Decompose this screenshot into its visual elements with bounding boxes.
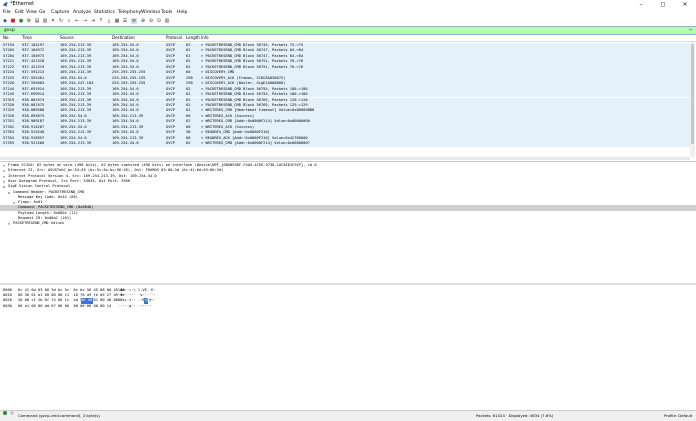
menu-item-edit[interactable]: Edit [15, 9, 24, 17]
wireshark-logo-icon [3, 2, 8, 7]
menu-item-tools[interactable]: Tools [161, 9, 172, 17]
column-header[interactable]: Length [186, 35, 200, 41]
byte-ascii-highlight[interactable]: ·@ [143, 298, 148, 304]
main-toolbar: ◆ ■ ● ⚙ ▤ ▥ ✕ ↻ ⌕ ← → ⇥ ⤒ ⤓ ▦ ☰ ≡ ⊕ ⊖ ⊙ … [0, 17, 696, 25]
byte-offset: 0030 [3, 303, 12, 308]
last-packet-icon[interactable]: ⤓ [106, 18, 112, 24]
packet-cell: GVCP [166, 141, 175, 146]
capture-comment-icon[interactable] [10, 411, 14, 415]
resize-columns-icon[interactable]: ▥ [164, 18, 170, 24]
packet-cell: > WRITEREG_CMD [Addr:0x0000F214] Value=0… [201, 141, 310, 146]
autoscroll-icon[interactable]: ▦ [114, 18, 120, 24]
go-to-packet-icon[interactable]: ⇥ [90, 18, 96, 24]
packet-list[interactable]: 57194 937.184197 169.254.213.39 169.254.54.… [0, 42, 690, 157]
byte-ascii[interactable]: ·····g·· ······ [118, 304, 151, 309]
tree-collapsed-icon[interactable]: > [8, 221, 10, 226]
display-filter-input[interactable]: gvcp [4, 27, 15, 34]
column-header[interactable]: No. [3, 35, 10, 41]
open-file-icon[interactable]: ▤ [34, 18, 40, 24]
packet-list-scrollbar[interactable] [690, 42, 695, 157]
zoom-in-icon[interactable]: ⊕ [140, 18, 146, 24]
first-packet-icon[interactable]: ⤒ [98, 18, 104, 24]
zoom-out-icon[interactable]: ⊖ [148, 18, 154, 24]
minimize-button[interactable]: – [630, 0, 652, 9]
menu-item-help[interactable]: Help [177, 9, 187, 17]
packet-details-pane: > Frame 57420: 62 bytes on wire (496 bits… [0, 161, 696, 283]
detail-tree-row[interactable]: > PACKETRESEND_CMD Values [0, 221, 696, 226]
find-packet-icon[interactable]: ⌕ [66, 18, 72, 24]
window-title: *Ethernet [10, 1, 35, 7]
expert-info-icon[interactable] [3, 411, 7, 415]
bytes-row: 0030 00 a1 00 00 dd 67 00 00 00 00 00 00 … [0, 304, 696, 309]
menu-bar: File Edit View Go Capture Analyze Statistics Te… [0, 9, 696, 17]
column-header[interactable]: Info [201, 35, 209, 41]
column-header[interactable]: Destination [112, 35, 135, 41]
restart-capture-icon[interactable]: ● [18, 18, 24, 24]
packet-cell: 62 [186, 141, 191, 146]
menu-item-file[interactable]: File [3, 9, 11, 17]
menu-item-go[interactable]: Go [39, 9, 45, 17]
status-bar: Command (gvcp.cmd.command), 2 byte(s) Pa… [0, 410, 696, 421]
colorize-icon[interactable]: ☰ [122, 18, 128, 24]
normal-size-icon[interactable]: ⊙ [156, 18, 162, 24]
go-back-icon[interactable]: ← [74, 18, 80, 24]
save-file-icon[interactable]: ▥ [42, 18, 48, 24]
detail-text: PACKETRESEND_CMD Values [13, 221, 65, 226]
packet-cell: 938.921560 [22, 141, 45, 146]
byte-hex-highlight[interactable]: 00 40 [80, 298, 93, 304]
column-header[interactable]: Time [22, 35, 32, 41]
menu-item-wireless[interactable]: Wireless [141, 9, 160, 17]
align-columns-icon[interactable]: ≡ [131, 18, 137, 24]
packet-list-hscrollbar[interactable] [0, 157, 690, 160]
menu-item-analyze[interactable]: Analyze [73, 9, 91, 17]
display-filter-bar[interactable]: gvcp → [0, 26, 696, 35]
stop-capture-icon[interactable]: ■ [10, 18, 16, 24]
close-file-icon[interactable]: ✕ [50, 18, 56, 24]
maximize-button[interactable]: ◻ [652, 0, 674, 9]
menu-item-telephony[interactable]: Telephony [118, 9, 141, 17]
menu-item-capture[interactable]: Capture [51, 9, 69, 17]
byte-hex[interactable]: 00 a1 00 00 dd 67 00 00 00 00 00 00 00 1… [18, 304, 111, 309]
shark-fin-start-icon[interactable]: ◆ [2, 18, 8, 24]
filter-apply-icon[interactable]: → [688, 27, 692, 34]
packet-cell: 57355 [3, 141, 15, 146]
pane-splitter[interactable] [0, 283, 696, 285]
column-header[interactable]: Source [60, 35, 74, 41]
title-bar: *Ethernet – ◻ ✕ [0, 0, 696, 9]
go-forward-icon[interactable]: → [82, 18, 88, 24]
packet-cell: 169.254.213.39 [60, 141, 92, 146]
capture-options-icon[interactable]: ⚙ [26, 18, 32, 24]
menu-item-statistics[interactable]: Statistics [94, 9, 115, 17]
reload-icon[interactable]: ↻ [58, 18, 64, 24]
packet-cell: 169.254.54.0 [112, 141, 139, 146]
table-row[interactable]: 57355 938.921560 169.254.213.39 169.254.54.… [0, 141, 690, 147]
packet-list-header: No. Time Source Destination Protocol Length In… [0, 35, 696, 42]
close-button[interactable]: ✕ [674, 0, 696, 9]
column-header[interactable]: Protocol [166, 35, 182, 41]
menu-item-view[interactable]: View [26, 9, 37, 17]
packet-bytes-pane: 0000 6c 41 6d 03 00 3d bc 5c 6c bc 56 45 … [0, 286, 696, 406]
